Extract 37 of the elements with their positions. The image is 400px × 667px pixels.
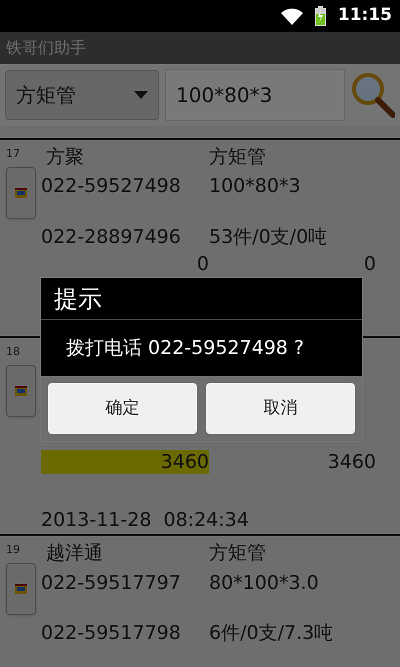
contact-button[interactable] — [6, 166, 36, 218]
phone-number: 022-28897496 — [41, 224, 182, 250]
clock: 11:15 — [338, 4, 392, 28]
product-type: 方矩管 — [209, 540, 266, 566]
app-title: 铁哥们助手 — [6, 37, 86, 59]
price-value: 0 — [196, 252, 209, 276]
card-icon — [15, 188, 27, 198]
stock-amount: 53件/0支/0吨 — [209, 224, 328, 250]
contact-button[interactable] — [6, 364, 36, 416]
price-value: 0 — [362, 252, 376, 278]
phone-number: 022-59517798 — [41, 620, 182, 646]
price-value: 3460 — [326, 450, 376, 476]
battery-icon — [314, 6, 326, 26]
product-spec: 100*80*3 — [209, 174, 301, 200]
wifi-icon — [280, 8, 303, 24]
phone-number: 022-59517797 — [41, 570, 182, 596]
contact-button[interactable] — [6, 562, 36, 614]
price-value: 3460 — [41, 450, 209, 474]
row-number: 18 — [6, 344, 20, 360]
company-name: 方聚 — [45, 144, 85, 170]
search-icon[interactable] — [351, 72, 395, 118]
search-field[interactable]: 100*80*3 — [165, 69, 345, 121]
dialog-message: 拨打电话 022-59527498 ? — [66, 336, 304, 361]
row-number: 19 — [6, 542, 20, 558]
stock-amount: 6件/0支/7.3吨 — [209, 620, 334, 646]
card-icon — [15, 386, 27, 396]
product-spec: 80*100*3.0 — [209, 570, 319, 596]
dialog-title: 提示 — [54, 284, 102, 314]
date-time: 2013-11-28 08:24:34 — [41, 508, 249, 532]
card-icon — [15, 584, 27, 594]
row-number: 17 — [6, 146, 20, 162]
dialog-button[interactable]: 确定 — [48, 383, 197, 434]
product-type: 方矩管 — [209, 144, 266, 170]
dialog-button[interactable]: 取消 — [206, 383, 355, 434]
company-name: 越洋通 — [45, 540, 104, 566]
dropdown-arrow-icon — [134, 91, 148, 99]
phone-number: 022-59527498 — [41, 174, 182, 200]
